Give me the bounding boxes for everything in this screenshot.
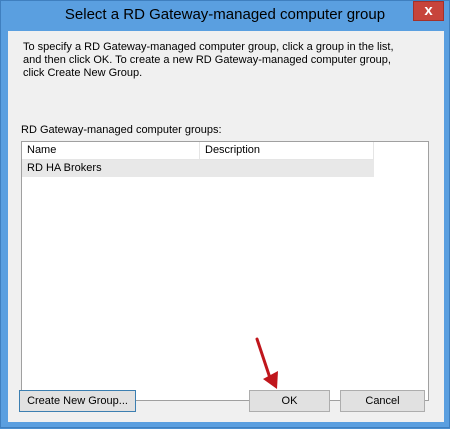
ok-button[interactable]: OK: [249, 390, 330, 412]
column-header-name[interactable]: Name: [22, 142, 200, 159]
row-description-cell: [200, 160, 374, 177]
title-bar[interactable]: Select a RD Gateway-managed computer gro…: [1, 1, 449, 31]
list-row[interactable]: RD HA Brokers: [22, 160, 374, 177]
window-title: Select a RD Gateway-managed computer gro…: [64, 6, 386, 23]
computer-groups-list[interactable]: Name Description RD HA Brokers: [21, 141, 429, 401]
dialog-window: Select a RD Gateway-managed computer gro…: [0, 0, 450, 428]
close-button[interactable]: x: [413, 1, 444, 21]
create-new-group-button[interactable]: Create New Group...: [19, 390, 136, 412]
column-header-description[interactable]: Description: [200, 142, 374, 159]
cancel-button[interactable]: Cancel: [340, 390, 425, 412]
close-icon: x: [424, 2, 433, 19]
list-label: RD Gateway-managed computer groups:: [21, 124, 222, 136]
dialog-client-area: To specify a RD Gateway-managed computer…: [8, 31, 444, 422]
instructions-text: To specify a RD Gateway-managed computer…: [23, 41, 394, 79]
row-name-cell: RD HA Brokers: [27, 162, 102, 174]
list-header: Name Description: [22, 142, 374, 160]
